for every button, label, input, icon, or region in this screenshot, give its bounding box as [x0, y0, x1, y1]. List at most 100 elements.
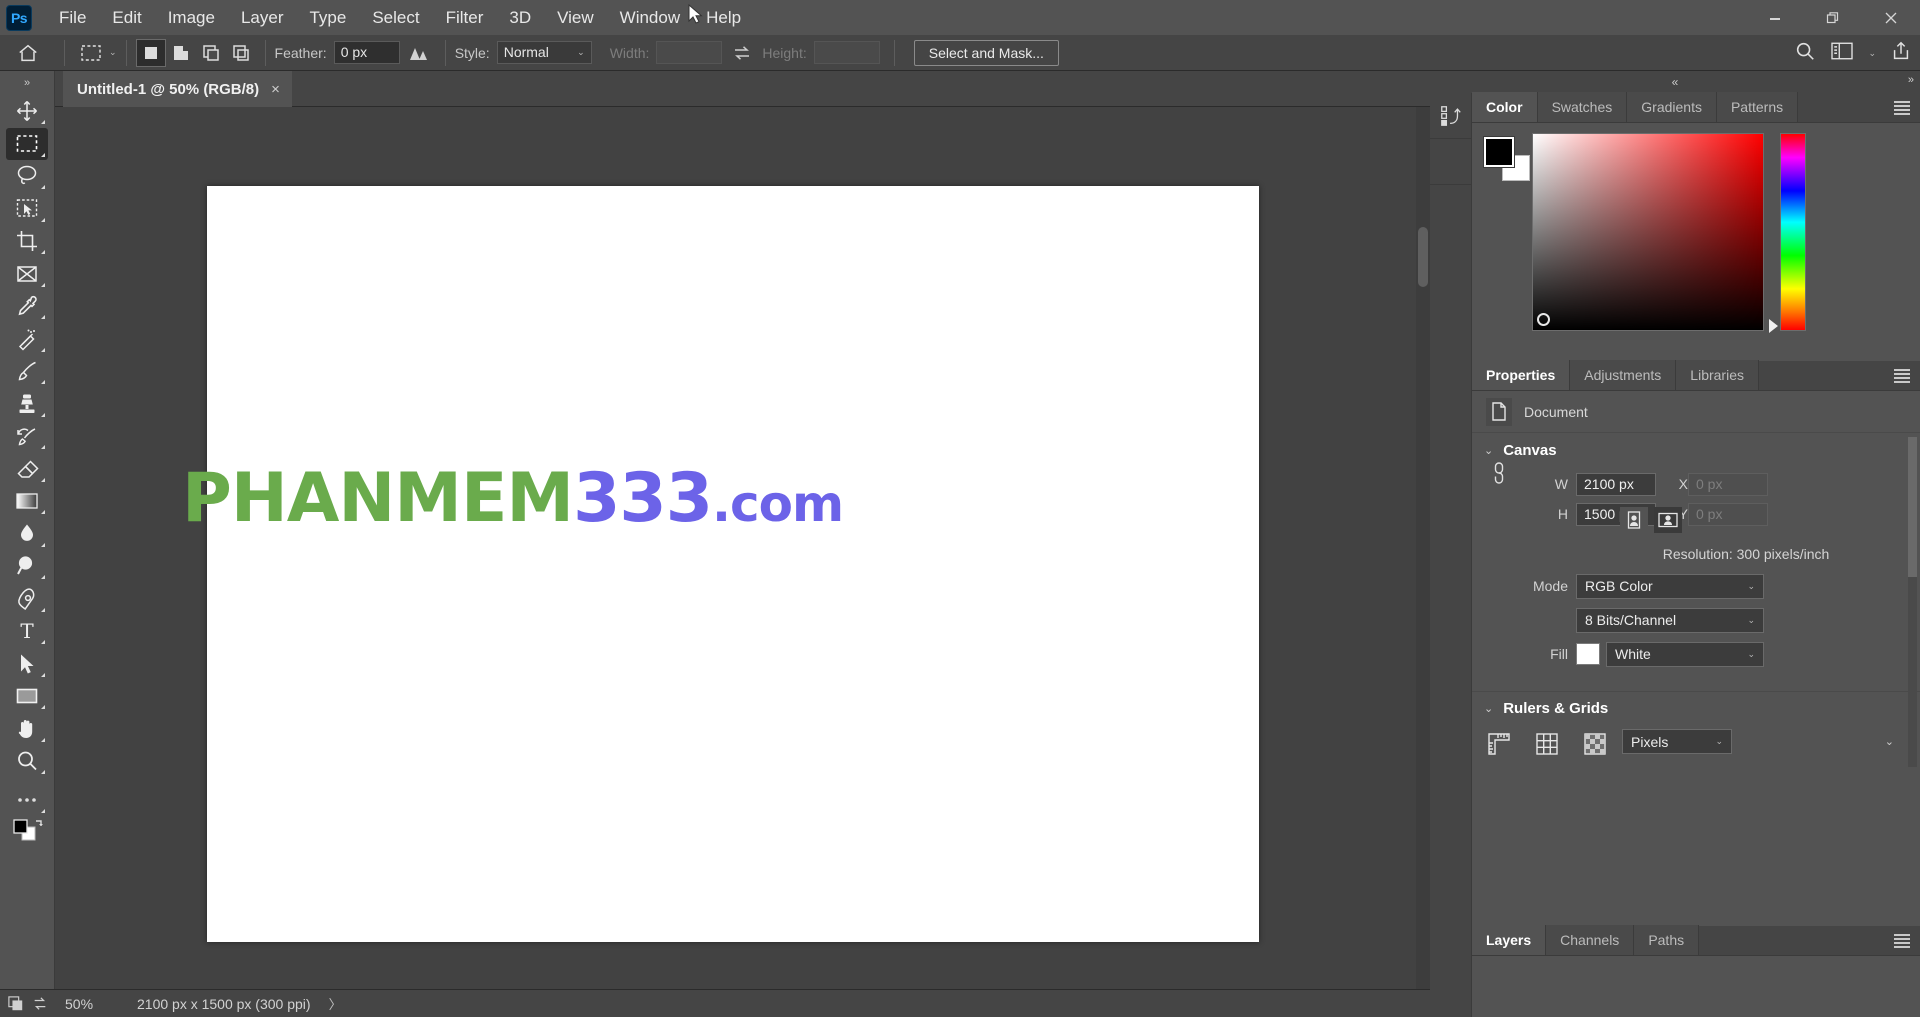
- canvas-section-header[interactable]: ⌄ Canvas: [1472, 433, 1920, 467]
- canvas-x-input[interactable]: 0 px: [1688, 472, 1768, 496]
- eraser-tool[interactable]: [6, 453, 48, 485]
- close-button[interactable]: [1862, 0, 1920, 35]
- tab-libraries[interactable]: Libraries: [1676, 360, 1759, 390]
- spot-healing-brush-tool[interactable]: [6, 323, 48, 355]
- chevron-down-icon[interactable]: ⌄: [1484, 444, 1493, 457]
- type-tool[interactable]: T: [6, 615, 48, 647]
- foreground-background-color-swatch[interactable]: [10, 818, 44, 844]
- canvas-width-input[interactable]: 2100 px: [1576, 472, 1656, 496]
- workspace-icon[interactable]: [1830, 41, 1854, 66]
- menu-select[interactable]: Select: [359, 4, 432, 32]
- artboard[interactable]: PHANMEM333.com: [182, 186, 1259, 942]
- minimize-button[interactable]: [1746, 0, 1804, 35]
- menu-filter[interactable]: Filter: [433, 4, 497, 32]
- search-icon[interactable]: [1794, 40, 1816, 67]
- anti-alias-icon[interactable]: [400, 44, 436, 62]
- dock-collapse-bar[interactable]: « »: [1430, 71, 1920, 93]
- path-selection-tool[interactable]: [6, 648, 48, 680]
- swap-dimensions-icon[interactable]: [722, 44, 762, 62]
- move-tool[interactable]: [6, 95, 48, 127]
- scrollbar-thumb[interactable]: [1418, 227, 1428, 287]
- rectangle-tool[interactable]: [6, 680, 48, 712]
- share-icon[interactable]: [1890, 40, 1912, 67]
- new-selection-button[interactable]: [135, 38, 166, 67]
- hue-slider[interactable]: [1780, 133, 1806, 331]
- restore-button[interactable]: [1804, 0, 1862, 35]
- tool-preset-picker[interactable]: ⌄: [78, 41, 117, 65]
- object-selection-tool[interactable]: [6, 193, 48, 225]
- canvas-area[interactable]: PHANMEM333.com: [55, 107, 1430, 989]
- document-tab[interactable]: Untitled-1 @ 50% (RGB/8) ×: [63, 71, 292, 107]
- menu-layer[interactable]: Layer: [228, 4, 297, 32]
- zoom-tool[interactable]: [6, 745, 48, 777]
- home-button[interactable]: [0, 42, 55, 64]
- transparency-grid-icon[interactable]: [1582, 731, 1608, 762]
- select-and-mask-button[interactable]: Select and Mask...: [913, 39, 1059, 66]
- tab-patterns[interactable]: Patterns: [1716, 92, 1799, 122]
- rulers-icon[interactable]: [1486, 731, 1512, 762]
- fill-color-swatch[interactable]: [1576, 643, 1600, 665]
- layers-panel-body[interactable]: [1472, 956, 1920, 1017]
- panel-placeholder-icon[interactable]: [1430, 139, 1472, 185]
- canvas-y-input[interactable]: 0 px: [1688, 502, 1768, 526]
- canvas-vertical-scrollbar[interactable]: [1416, 107, 1430, 989]
- tab-gradients[interactable]: Gradients: [1627, 92, 1717, 122]
- menu-file[interactable]: File: [46, 4, 99, 32]
- color-picker-marker[interactable]: [1537, 313, 1550, 326]
- swap-icon[interactable]: [32, 996, 48, 1012]
- dodge-tool[interactable]: [6, 550, 48, 582]
- brush-tool[interactable]: [6, 355, 48, 387]
- width-input[interactable]: [656, 41, 723, 64]
- lasso-tool[interactable]: [6, 160, 48, 192]
- fill-select[interactable]: White ⌄: [1606, 641, 1764, 667]
- color-mode-select[interactable]: RGB Color ⌄: [1576, 573, 1764, 599]
- expand-panels-icon[interactable]: »: [1908, 74, 1914, 86]
- foreground-color-swatch[interactable]: [1484, 137, 1514, 167]
- zoom-level[interactable]: 50%: [55, 996, 127, 1012]
- ruler-units-select[interactable]: Pixels ⌄: [1622, 729, 1732, 754]
- height-input[interactable]: [813, 41, 880, 64]
- tab-color[interactable]: Color: [1472, 92, 1538, 122]
- chevron-down-icon[interactable]: ⌄: [1868, 48, 1876, 59]
- landscape-orientation-button[interactable]: [1654, 507, 1682, 533]
- bit-depth-select[interactable]: 8 Bits/Channel ⌄: [1576, 607, 1764, 633]
- tab-paths[interactable]: Paths: [1634, 925, 1700, 955]
- tab-swatches[interactable]: Swatches: [1537, 92, 1628, 122]
- eyedropper-tool[interactable]: [6, 290, 48, 322]
- tab-adjustments[interactable]: Adjustments: [1570, 360, 1677, 390]
- rulers-more-icon[interactable]: ⌄: [1885, 735, 1894, 748]
- tab-properties[interactable]: Properties: [1472, 360, 1571, 390]
- menu-view[interactable]: View: [544, 4, 607, 32]
- menu-window[interactable]: Window: [607, 4, 693, 32]
- tab-channels[interactable]: Channels: [1546, 925, 1635, 955]
- new-layer-icon[interactable]: [7, 995, 24, 1012]
- grid-icon[interactable]: [1534, 731, 1560, 762]
- hue-slider-marker[interactable]: [1769, 319, 1778, 333]
- collapse-panels-icon[interactable]: «: [1672, 75, 1679, 89]
- subtract-from-selection-button[interactable]: [196, 39, 226, 67]
- menu-type[interactable]: Type: [296, 4, 359, 32]
- blur-tool[interactable]: [6, 518, 48, 550]
- feather-input[interactable]: 0 px: [333, 41, 400, 64]
- chevron-down-icon[interactable]: ⌄: [1484, 702, 1493, 715]
- panel-menu-icon[interactable]: [1894, 934, 1910, 948]
- crop-tool[interactable]: [6, 225, 48, 257]
- panel-menu-icon[interactable]: [1894, 101, 1910, 115]
- add-to-selection-button[interactable]: [166, 39, 196, 67]
- intersect-with-selection-button[interactable]: [226, 39, 256, 67]
- menu-3d[interactable]: 3D: [496, 4, 544, 32]
- style-select[interactable]: Normal ⌄: [496, 41, 592, 64]
- pen-tool[interactable]: [6, 583, 48, 615]
- edit-toolbar-button[interactable]: [6, 784, 48, 816]
- panel-menu-icon[interactable]: [1894, 369, 1910, 383]
- history-brush-tool[interactable]: [6, 420, 48, 452]
- gradient-tool[interactable]: [6, 485, 48, 517]
- hand-tool[interactable]: [6, 713, 48, 745]
- link-dimensions-icon[interactable]: [1490, 459, 1508, 492]
- frame-tool[interactable]: [6, 258, 48, 290]
- color-gradient-field[interactable]: [1532, 133, 1764, 331]
- status-expand-icon[interactable]: 〉: [329, 994, 342, 1013]
- chevron-down-icon[interactable]: ⌄: [109, 47, 117, 58]
- color-swatch-pair[interactable]: [1484, 137, 1530, 181]
- rectangular-marquee-tool[interactable]: [6, 127, 48, 160]
